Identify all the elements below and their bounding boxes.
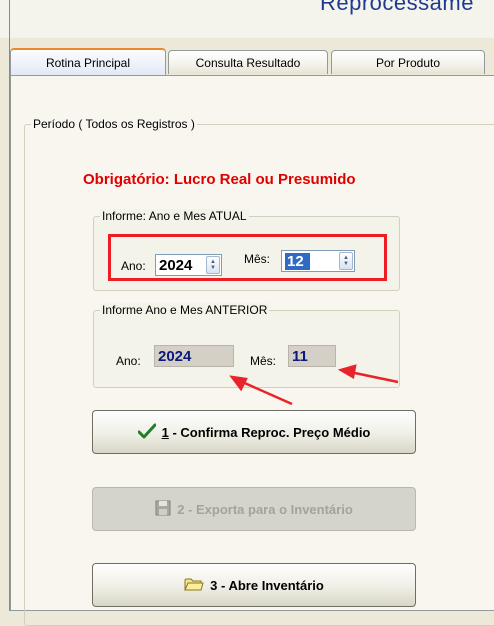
previous-period-legend: Informe Ano e Mes ANTERIOR <box>100 303 270 317</box>
previous-month-label: Mês: <box>250 354 277 368</box>
confirm-button-text: 1 - Confirma Reproc. Preço Médio <box>162 425 371 440</box>
window-title: Reprocessame <box>320 0 474 15</box>
tab-rotina-principal[interactable]: Rotina Principal <box>10 48 166 75</box>
confirm-button-label: - Confirma Reproc. Preço Médio <box>168 424 371 440</box>
checkmark-icon <box>137 423 157 442</box>
previous-month-field: 11 <box>288 345 336 367</box>
tab-panel: Período ( Todos os Registros ) Obrigatór… <box>10 75 494 626</box>
export-inventory-button[interactable]: 2 - Exporta para o Inventário <box>92 487 416 531</box>
required-notice: Obrigatório: Lucro Real ou Presumido <box>83 171 356 188</box>
export-button-label: 2 - Exporta para o Inventário <box>177 501 353 517</box>
current-year-value[interactable]: 2024 <box>156 257 206 274</box>
month-spin-arrows-icon[interactable]: ▲ ▼ <box>339 252 353 270</box>
previous-year-label: Ano: <box>116 354 141 368</box>
current-period-legend: Informe: Ano e Mes ATUAL <box>100 209 249 223</box>
confirm-hotkey: 1 <box>161 424 169 440</box>
tab-consulta-resultado[interactable]: Consulta Resultado <box>168 50 328 74</box>
previous-year-field: 2024 <box>154 345 234 367</box>
period-group-legend: Período ( Todos os Registros ) <box>31 117 197 131</box>
folder-icon <box>184 576 204 595</box>
current-year-label: Ano: <box>121 259 146 273</box>
window-header: Reprocessame <box>0 0 494 38</box>
year-spin-arrows-icon[interactable]: ▲ ▼ <box>206 256 220 274</box>
current-month-label: Mês: <box>244 252 271 266</box>
open-inventory-button[interactable]: 3 - Abre Inventário <box>92 563 416 607</box>
confirm-reprocess-button[interactable]: 1 - Confirma Reproc. Preço Médio <box>92 410 416 454</box>
tab-por-produto[interactable]: Por Produto <box>331 50 485 74</box>
open-button-label: 3 - Abre Inventário <box>210 577 324 593</box>
current-month-spinner[interactable]: 12 ▲ ▼ <box>281 250 355 272</box>
tab-strip: Rotina Principal Consulta Resultado Por … <box>10 48 494 76</box>
floppy-disk-icon <box>155 500 171 519</box>
previous-period-group: Informe Ano e Mes ANTERIOR <box>93 303 400 388</box>
current-month-value[interactable]: 12 <box>285 252 310 270</box>
current-year-spinner[interactable]: 2024 ▲ ▼ <box>155 254 222 276</box>
